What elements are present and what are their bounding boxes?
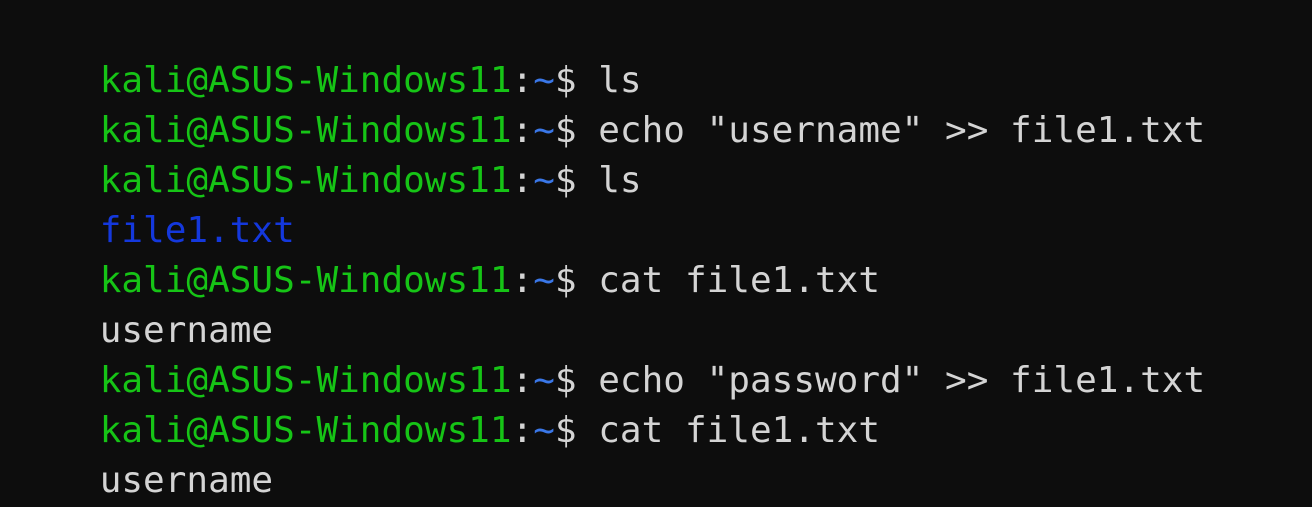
prompt-user-host: kali@ASUS-Windows11 [99, 360, 512, 401]
prompt-user-host: kali@ASUS-Windows11 [99, 110, 512, 151]
prompt-dollar: $ [554, 410, 577, 451]
prompt-colon: : [511, 60, 534, 101]
command-text: echo "password" >> file1.txt [576, 360, 1206, 401]
prompt-dollar: $ [554, 260, 577, 301]
prompt-path: ~ [533, 410, 555, 451]
command-text: ls [576, 160, 642, 201]
prompt-dollar: $ [554, 110, 577, 151]
prompt-colon: : [511, 110, 534, 151]
command-output: username [99, 310, 274, 351]
prompt-path: ~ [533, 160, 555, 201]
prompt-colon: : [511, 160, 534, 201]
prompt-path: ~ [533, 60, 555, 101]
prompt-user-host: kali@ASUS-Windows11 [99, 60, 512, 101]
command-output: username [99, 460, 274, 501]
prompt-user-host: kali@ASUS-Windows11 [99, 160, 512, 201]
prompt-colon: : [511, 410, 534, 451]
prompt-path: ~ [533, 260, 555, 301]
prompt-colon: : [511, 260, 534, 301]
file-listing-entry: file1.txt [99, 210, 295, 251]
command-text: cat file1.txt [576, 260, 881, 301]
prompt-user-host: kali@ASUS-Windows11 [99, 410, 512, 451]
prompt-dollar: $ [554, 360, 577, 401]
terminal-line: kali@ASUS-Windows11:~$ ls [13, 6, 1312, 101]
prompt-path: ~ [533, 360, 555, 401]
terminal-window[interactable]: kali@ASUS-Windows11:~$ ls kali@ASUS-Wind… [0, 0, 1312, 507]
command-text: echo "username" >> file1.txt [576, 110, 1206, 151]
command-text: ls [576, 60, 642, 101]
command-text: cat file1.txt [576, 410, 881, 451]
prompt-colon: : [511, 360, 534, 401]
prompt-dollar: $ [554, 160, 577, 201]
prompt-dollar: $ [554, 60, 577, 101]
prompt-user-host: kali@ASUS-Windows11 [99, 260, 512, 301]
prompt-path: ~ [533, 110, 555, 151]
